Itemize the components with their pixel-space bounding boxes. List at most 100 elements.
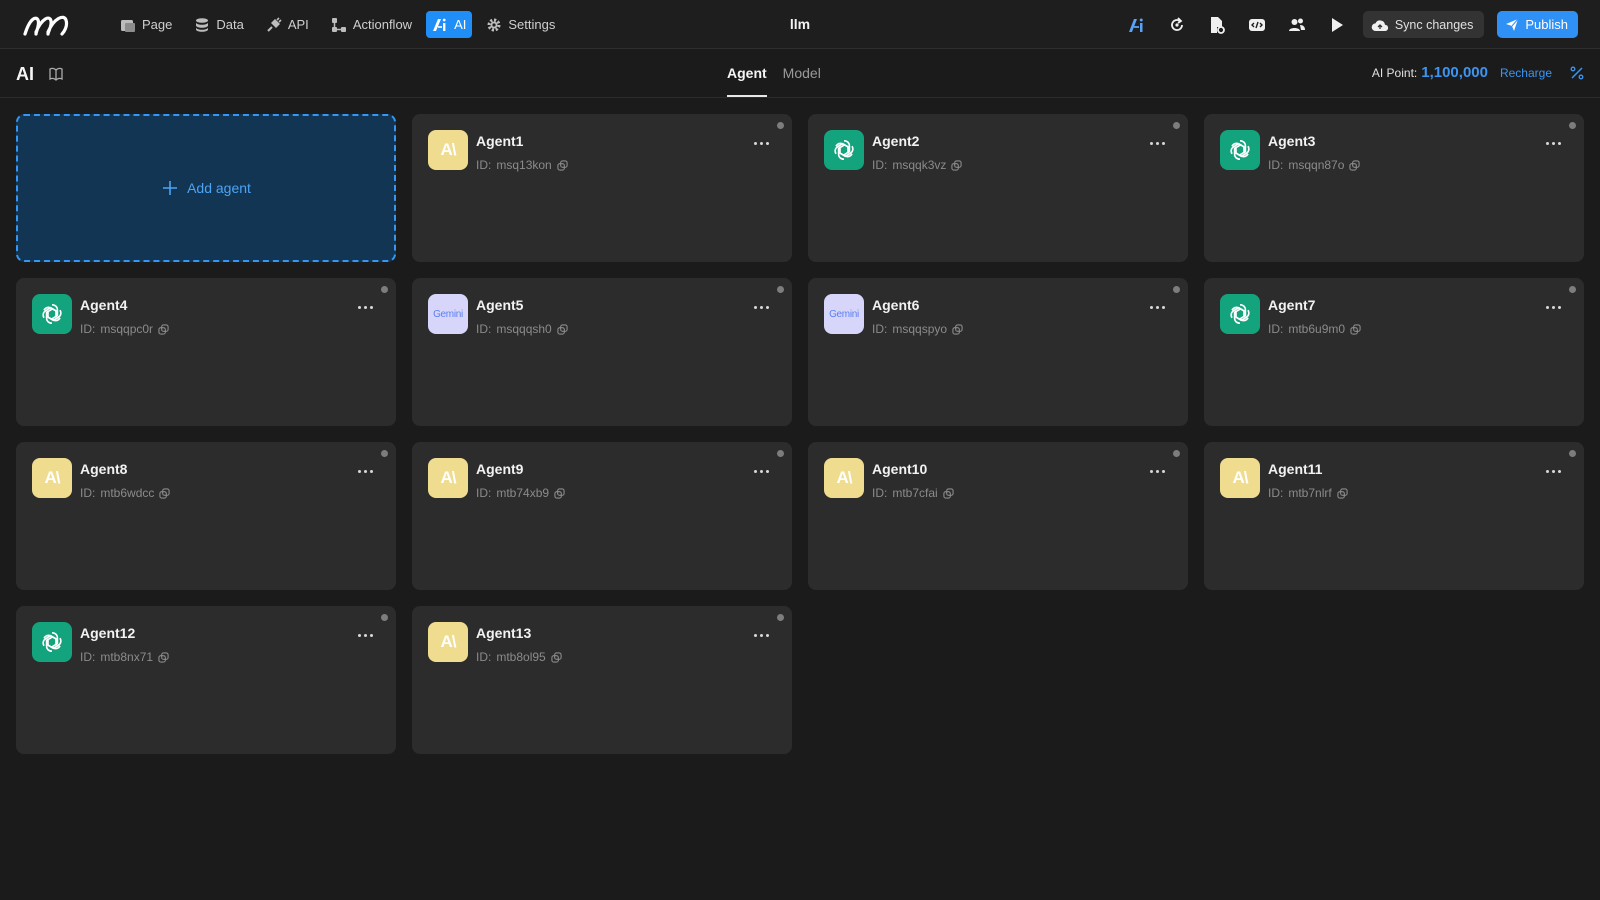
agent-id: ID: mtb8nx71	[80, 650, 169, 664]
status-dot	[1173, 450, 1180, 457]
link-copy-icon[interactable]	[158, 323, 169, 335]
more-options-button[interactable]	[750, 300, 772, 314]
more-options-button[interactable]	[354, 628, 376, 642]
agent-card-12[interactable]: Agent12 ID: mtb8nx71	[16, 606, 396, 754]
agent-name: Agent12	[80, 625, 136, 641]
more-options-button[interactable]	[1146, 300, 1168, 314]
agent-id: ID: mtb7cfai	[872, 486, 954, 500]
link-copy-icon[interactable]	[1337, 487, 1348, 499]
more-options-button[interactable]	[750, 136, 772, 150]
nav-actionflow[interactable]: Actionflow	[323, 11, 420, 38]
more-options-button[interactable]	[1146, 464, 1168, 478]
document-gear-icon	[1210, 16, 1225, 34]
agent-id: ID: msqqn87o	[1268, 158, 1361, 172]
agent-id: ID: msqqqsh0	[476, 322, 568, 336]
agent-id-value: msq13kon	[496, 158, 552, 172]
more-options-button[interactable]	[750, 628, 772, 642]
link-copy-icon[interactable]	[951, 159, 963, 171]
api-plug-icon	[267, 16, 282, 32]
preview-button[interactable]	[1317, 11, 1357, 38]
gemini-avatar: Gemini	[428, 294, 468, 334]
nav-ai-label: AI	[454, 17, 467, 32]
agent-card-1[interactable]: A\ Agent1 ID: msq13kon	[412, 114, 792, 262]
app-logo[interactable]	[22, 10, 74, 38]
more-options-button[interactable]	[354, 464, 376, 478]
agent-name: Agent10	[872, 461, 928, 477]
code-icon	[1248, 18, 1265, 31]
agent-card-5[interactable]: Gemini Agent5 ID: msqqqsh0	[412, 278, 792, 426]
nav-api[interactable]: API	[258, 11, 317, 38]
status-dot	[777, 450, 784, 457]
main-nav: Page Data API Actionflow AI Settings	[112, 11, 563, 38]
book-icon[interactable]	[48, 66, 64, 82]
more-options-button[interactable]	[1542, 300, 1564, 314]
tab-bar: Agent Model	[727, 49, 821, 97]
link-copy-icon[interactable]	[554, 487, 565, 499]
link-copy-icon[interactable]	[557, 159, 568, 171]
agent-name: Agent4	[80, 297, 128, 313]
ai-assistant-button[interactable]	[1117, 11, 1157, 38]
agent-card-7[interactable]: Agent7 ID: mtb6u9m0	[1204, 278, 1584, 426]
agent-id-value: mtb7cfai	[892, 486, 938, 500]
more-options-button[interactable]	[1542, 136, 1564, 150]
tab-model[interactable]: Model	[783, 49, 821, 97]
document-settings-button[interactable]	[1197, 11, 1237, 38]
link-copy-icon[interactable]	[1349, 159, 1361, 171]
agent-card-4[interactable]: Agent4 ID: msqqpc0r	[16, 278, 396, 426]
openai-logo	[42, 303, 62, 325]
agent-id-prefix: ID:	[476, 486, 492, 500]
publish-button[interactable]: Publish	[1497, 11, 1578, 38]
more-options-button[interactable]	[1146, 136, 1168, 150]
agent-id: ID: msqqspyo	[872, 322, 963, 336]
project-name: llm	[789, 16, 811, 32]
link-copy-icon[interactable]	[551, 651, 562, 663]
agent-id: ID: mtb6u9m0	[1268, 322, 1361, 336]
agent-card-13[interactable]: A\ Agent13 ID: mtb8ol95	[412, 606, 792, 754]
percent-icon[interactable]	[1570, 66, 1584, 80]
agent-card-9[interactable]: A\ Agent9 ID: mtb74xb9	[412, 442, 792, 590]
agent-id-prefix: ID:	[872, 322, 888, 336]
nav-ai[interactable]: AI	[426, 11, 473, 38]
nav-data-label: Data	[216, 17, 244, 32]
link-copy-icon[interactable]	[943, 487, 954, 499]
collaborators-button[interactable]	[1277, 11, 1317, 38]
gear-icon	[487, 18, 501, 31]
link-copy-icon[interactable]	[159, 487, 171, 499]
agent-card-6[interactable]: Gemini Agent6 ID: msqqspyo	[808, 278, 1188, 426]
nav-data[interactable]: Data	[186, 11, 251, 38]
agent-id-value: msqqqsh0	[496, 322, 552, 336]
more-options-button[interactable]	[354, 300, 376, 314]
recharge-link[interactable]: Recharge	[1500, 66, 1552, 80]
add-agent-card[interactable]: Add agent	[16, 114, 396, 262]
code-button[interactable]	[1237, 11, 1277, 38]
nav-page[interactable]: Page	[112, 11, 180, 38]
tab-agent[interactable]: Agent	[727, 49, 767, 97]
refresh-button[interactable]	[1157, 11, 1197, 38]
agent-card-3[interactable]: Agent3 ID: msqqn87o	[1204, 114, 1584, 262]
link-copy-icon[interactable]	[1350, 323, 1361, 335]
more-options-button[interactable]	[1542, 464, 1564, 478]
agent-card-8[interactable]: A\ Agent8 ID: mtb6wdcc	[16, 442, 396, 590]
anthropic-avatar: A\	[32, 458, 72, 498]
users-icon	[1288, 18, 1305, 31]
agent-name: Agent9	[476, 461, 524, 477]
anthropic-logo-text: A\	[440, 632, 457, 651]
status-dot	[777, 614, 784, 621]
agent-id-prefix: ID:	[1268, 322, 1284, 336]
agent-id: ID: mtb74xb9	[476, 486, 565, 500]
link-copy-icon[interactable]	[952, 323, 963, 335]
refresh-icon	[1170, 16, 1183, 31]
sync-changes-button[interactable]: Sync changes	[1362, 11, 1485, 38]
openai-avatar	[1220, 294, 1260, 334]
page-icon	[121, 19, 135, 32]
toolbar: Sync changes Publish	[1117, 11, 1578, 38]
link-copy-icon[interactable]	[158, 651, 169, 663]
agent-card-11[interactable]: A\ Agent11 ID: mtb7nlrf	[1204, 442, 1584, 590]
more-options-button[interactable]	[750, 464, 772, 478]
nav-settings[interactable]: Settings	[478, 11, 563, 38]
agent-name: Agent1	[476, 133, 524, 149]
agent-name: Agent8	[80, 461, 128, 477]
link-copy-icon[interactable]	[557, 323, 568, 335]
agent-card-2[interactable]: Agent2 ID: msqqk3vz	[808, 114, 1188, 262]
agent-card-10[interactable]: A\ Agent10 ID: mtb7cfai	[808, 442, 1188, 590]
